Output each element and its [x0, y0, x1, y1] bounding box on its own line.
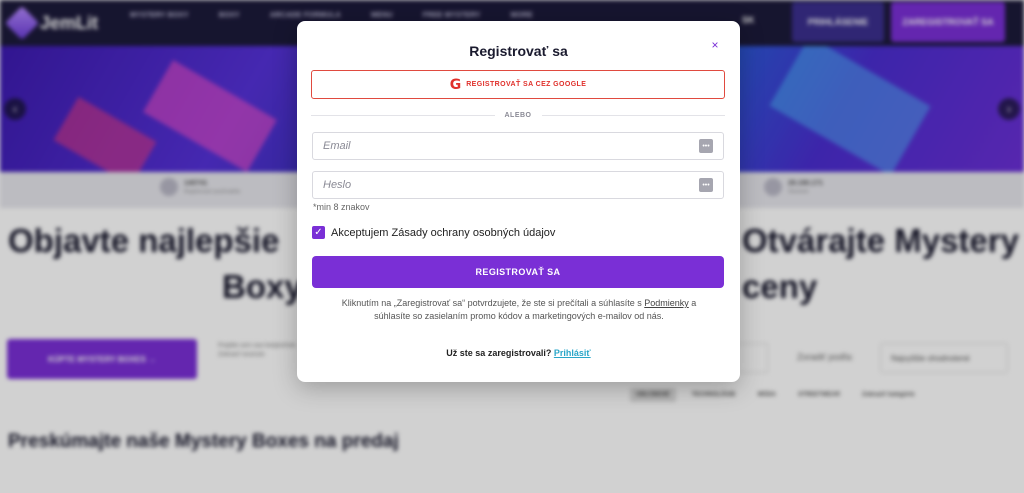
login-link[interactable]: Prihlásiť: [554, 348, 591, 358]
password-manager-icon[interactable]: •••: [699, 178, 713, 192]
consent-label: Akceptujem Zásady ochrany osobných údajo…: [331, 226, 556, 239]
register-submit-button[interactable]: REGISTROVAŤ SA: [312, 256, 724, 288]
legal-notice: Kliknutím na „Zaregistrovať sa“ potvrdzu…: [327, 297, 711, 323]
divider-line: [541, 114, 725, 116]
already-registered-text: Už ste sa zaregistrovali?: [446, 348, 552, 358]
email-input[interactable]: [323, 140, 699, 152]
password-manager-icon[interactable]: •••: [699, 139, 713, 153]
divider-text: ALEBO: [504, 111, 532, 119]
registration-modal: Registrovať sa × G REGISTROVAŤ SA CEZ GO…: [297, 21, 740, 382]
email-field: •••: [312, 132, 724, 160]
password-field: •••: [312, 171, 724, 199]
google-icon: G: [449, 76, 462, 93]
close-icon[interactable]: ×: [707, 37, 723, 53]
password-hint: *min 8 znakov: [313, 202, 370, 212]
consent-checkbox[interactable]: ✓: [312, 226, 325, 239]
divider-line: [311, 114, 495, 116]
terms-link[interactable]: Podmienky: [644, 298, 689, 308]
privacy-consent[interactable]: ✓ Akceptujem Zásady ochrany osobných úda…: [312, 226, 555, 239]
modal-title: Registrovať sa: [469, 43, 568, 59]
password-input[interactable]: [323, 179, 699, 191]
already-registered-row: Už ste sa zaregistrovali? Prihlásiť: [297, 348, 740, 358]
google-signup-button[interactable]: G REGISTROVAŤ SA CEZ GOOGLE: [311, 70, 725, 99]
google-signup-label: REGISTROVAŤ SA CEZ GOOGLE: [466, 81, 587, 88]
legal-text-pre: Kliknutím na „Zaregistrovať sa“ potvrdzu…: [341, 298, 642, 308]
or-divider: ALEBO: [311, 109, 725, 121]
